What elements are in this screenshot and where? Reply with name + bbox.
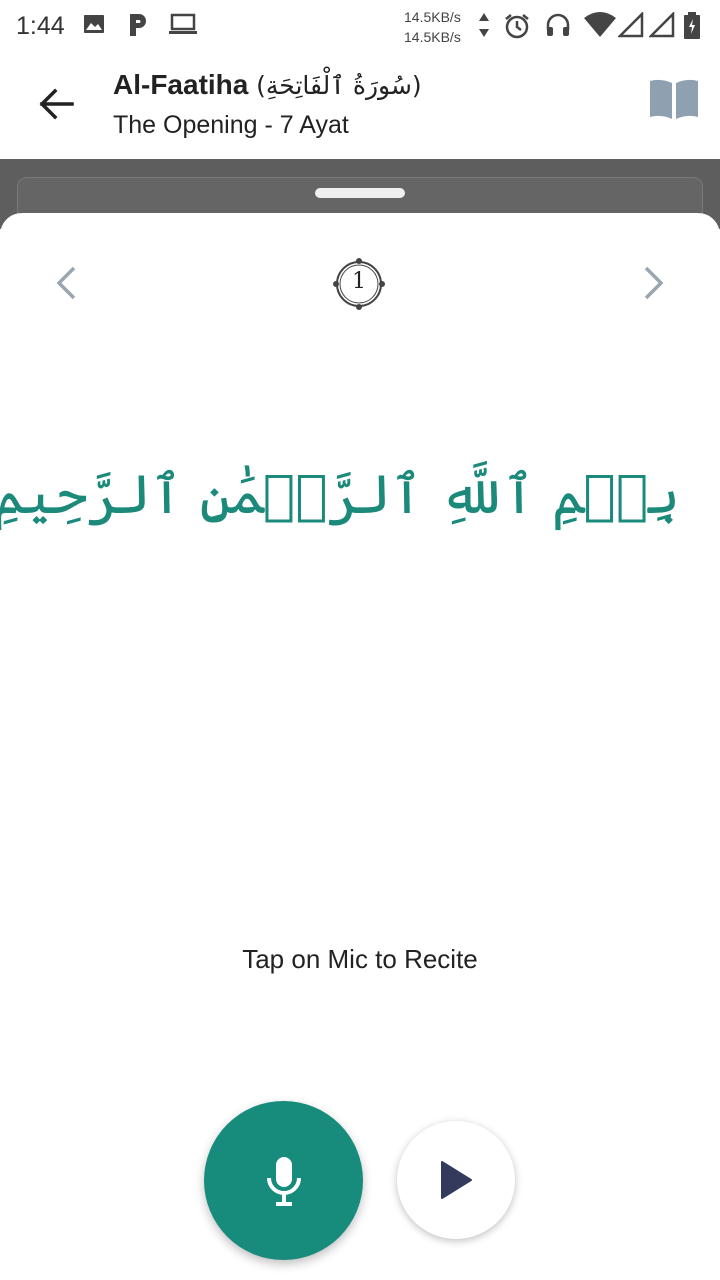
chevron-right-icon [644, 266, 664, 300]
signal-icon [616, 10, 644, 43]
surah-name-arabic: (سُورَةُ ٱلْفَاتِحَةِ) [256, 71, 422, 100]
book-open-icon [650, 79, 698, 119]
status-bar: 1:44 14.5KB/s 14.5KB/s [0, 0, 720, 52]
ayah-number: 1 [352, 269, 366, 294]
page-subtitle: The Opening - 7 Ayat [113, 111, 349, 139]
page-title: Al-Faatiha (سُورَةُ ٱلْفَاتِحَةِ) [113, 69, 422, 101]
play-button[interactable] [397, 1121, 515, 1239]
image-icon [82, 12, 106, 41]
back-button[interactable] [30, 82, 82, 126]
parking-icon [126, 12, 150, 43]
alarm-icon [503, 12, 531, 45]
play-icon [441, 1161, 472, 1199]
speed-down-text: 14.5KB/s [404, 29, 461, 45]
data-arrows-icon [478, 12, 490, 43]
laptop-icon [168, 12, 198, 41]
sheet-drag-handle[interactable] [315, 188, 405, 198]
ayah-text: بِسۡمِ ٱللَّهِ ٱلرَّحۡمَٰنِ ٱلرَّحِيمِ [0, 463, 680, 526]
signal-icon [647, 10, 675, 43]
speed-up-text: 14.5KB/s [404, 9, 461, 25]
microphone-icon [266, 1156, 301, 1206]
battery-icon [683, 12, 701, 45]
wifi-icon [583, 12, 617, 43]
ayah-number-badge: 1 [330, 255, 388, 313]
read-mode-button[interactable] [648, 78, 706, 128]
status-time: 1:44 [16, 12, 65, 40]
ayah-bottom-sheet [0, 213, 720, 1280]
surah-name: Al-Faatiha [113, 69, 249, 100]
network-speed: 14.5KB/s 14.5KB/s [404, 7, 461, 47]
previous-ayah-button[interactable] [44, 256, 88, 310]
app-bar: Al-Faatiha (سُورَةُ ٱلْفَاتِحَةِ) The Op… [0, 52, 720, 159]
headphones-icon [545, 12, 571, 43]
arrow-left-icon [39, 88, 74, 120]
recite-hint: Tap on Mic to Recite [242, 944, 478, 974]
next-ayah-button[interactable] [632, 256, 676, 310]
chevron-left-icon [56, 266, 76, 300]
mic-button[interactable] [204, 1101, 363, 1260]
